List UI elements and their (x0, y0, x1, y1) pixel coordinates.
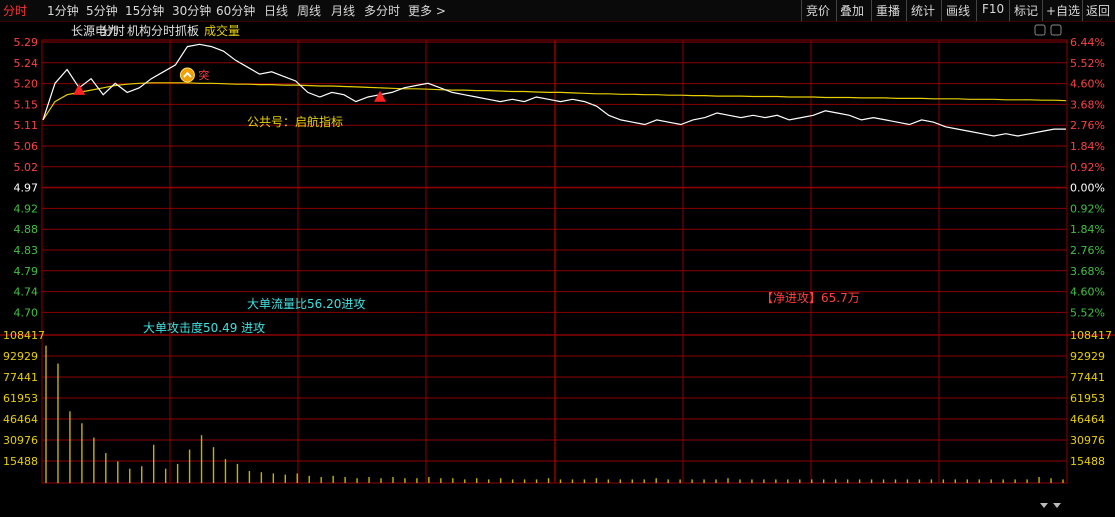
tab-5[interactable]: 60分钟 (216, 2, 255, 19)
annotation-text: 大单攻击度50.49 进攻 (143, 320, 265, 335)
annotation-text: 公共号：启航指标 (247, 114, 343, 129)
percent-tick-label: 3.68% (1070, 265, 1105, 278)
percent-tick-label: 0.92% (1070, 202, 1105, 215)
price-tick-label: 4.92 (14, 202, 39, 215)
volume-tick-label-right: 15488 (1070, 455, 1105, 468)
volume-tick-label-right: 61953 (1070, 392, 1105, 405)
volume-tick-label: 61953 (3, 392, 38, 405)
percent-tick-label: 1.84% (1070, 223, 1105, 236)
volume-tick-label-right: 77441 (1070, 371, 1105, 384)
price-tick-label: 4.88 (14, 223, 39, 236)
annotation-text: 【净进攻】65.7万 (761, 291, 860, 305)
annotation-text: 大单流量比56.20进攻 (247, 297, 365, 311)
toolbar-separator (906, 0, 907, 21)
tab-3[interactable]: 15分钟 (125, 2, 164, 19)
volume-tick-label: 77441 (3, 371, 38, 384)
percent-tick-label: 1.84% (1070, 140, 1105, 153)
breakout-signal-label: 突 (198, 68, 209, 82)
period-toolbar: 分时 1分钟 5分钟 15分钟 30分钟 60分钟 日线 周线 月线 多分时 更多 > 竞价 叠加 重播统… (0, 0, 1115, 22)
volume-tick-label: 30976 (3, 434, 38, 447)
toolbar-button-3[interactable]: 统计 (911, 2, 935, 19)
price-tick-label: 4.70 (14, 306, 39, 319)
toolbar-button-4[interactable]: 画线 (946, 2, 970, 19)
intraday-chart: 5.29 6.44% 5.24 5.52% 5.20 4.60% 5.15 3.68% 5.11… (0, 23, 1115, 508)
chart-mode: 分时 (101, 24, 125, 38)
toolbar-separator (1082, 0, 1083, 21)
price-tick-label: 5.15 (14, 98, 39, 111)
percent-tick-label: 2.76% (1070, 244, 1105, 257)
volume-tick-label-right: 30976 (1070, 434, 1105, 447)
toolbar-button-1[interactable]: 叠加 (840, 2, 864, 19)
toolbar-button-2[interactable]: 重播 (876, 2, 900, 19)
chart-annotations: 公共号：启航指标大单流量比56.20进攻大单攻击度50.49 进攻 【净进攻】65… (143, 114, 860, 335)
toolbar-separator (941, 0, 942, 21)
price-tick-label: 4.79 (14, 265, 39, 278)
price-tick-label: 5.11 (14, 119, 39, 132)
percent-tick-label: 0.00% (1070, 182, 1105, 195)
volume-tick-label: 108417 (3, 329, 45, 342)
percent-tick-label: 0.92% (1070, 161, 1105, 174)
tab-2[interactable]: 5分钟 (86, 2, 118, 19)
tab-1[interactable]: 1分钟 (47, 2, 79, 19)
buy-signal-triangle (373, 90, 386, 102)
price-tick-label: 4.74 (14, 286, 39, 299)
tab-7[interactable]: 周线 (297, 2, 321, 19)
toolbar-button-5[interactable]: F10 (982, 2, 1004, 16)
tab-10[interactable]: 更多 > (408, 2, 446, 19)
scroll-down-icon (1053, 503, 1061, 508)
toolbar-separator (836, 0, 837, 21)
price-tick-label: 4.83 (14, 244, 39, 257)
price-tick-label: 4.97 (14, 182, 39, 195)
tab-9[interactable]: 多分时 (364, 2, 400, 19)
indicator-name: 机构分时抓板 (127, 23, 199, 38)
percent-tick-label: 4.60% (1070, 286, 1105, 299)
toolbar-button-6[interactable]: 标记 (1014, 2, 1038, 19)
price-tick-label: 5.29 (14, 36, 39, 49)
volume-label: 成交量 (204, 23, 240, 38)
buy-signal-triangle (73, 83, 86, 95)
toolbar-button-0[interactable]: 竞价 (806, 2, 830, 19)
expand-icon[interactable] (1050, 24, 1062, 36)
breakout-signal-icon (179, 67, 195, 83)
tab-4[interactable]: 30分钟 (172, 2, 211, 19)
tab-8[interactable]: 月线 (331, 2, 355, 19)
toolbar-button-8[interactable]: 返回 (1086, 2, 1110, 19)
price-tick-label: 5.24 (14, 57, 39, 70)
percent-tick-label: 2.76% (1070, 119, 1105, 132)
percent-tick-label: 4.60% (1070, 78, 1105, 91)
volume-tick-label-right: 92929 (1070, 350, 1105, 363)
price-tick-label: 5.02 (14, 161, 39, 174)
toolbar-separator (976, 0, 977, 21)
percent-tick-label: 5.52% (1070, 306, 1105, 319)
percent-tick-label: 3.68% (1070, 98, 1105, 111)
toolbar-separator (871, 0, 872, 21)
price-tick-label: 5.20 (14, 78, 39, 91)
volume-tick-label: 46464 (3, 413, 38, 426)
chart-header: 长源电力分时 机构分时抓板 成交量 (71, 23, 1062, 508)
volume-tick-label-right: 108417 (1070, 329, 1112, 342)
volume-tick-label: 15488 (3, 455, 38, 468)
toolbar-separator (801, 0, 802, 21)
scroll-down-icon (1040, 503, 1048, 508)
tab-0[interactable]: 分时 (3, 2, 27, 19)
percent-tick-label: 6.44% (1070, 36, 1105, 49)
tab-6[interactable]: 日线 (264, 2, 288, 19)
volume-tick-label-right: 46464 (1070, 413, 1105, 426)
toolbar-separator (1009, 0, 1010, 21)
chart-grid (0, 39, 1115, 484)
percent-tick-label: 5.52% (1070, 57, 1105, 70)
settings-icon[interactable] (1034, 24, 1046, 36)
toolbar-separator (1042, 0, 1043, 21)
volume-tick-label: 92929 (3, 350, 38, 363)
toolbar-button-7[interactable]: +自选 (1046, 2, 1080, 19)
price-tick-label: 5.06 (14, 140, 39, 153)
